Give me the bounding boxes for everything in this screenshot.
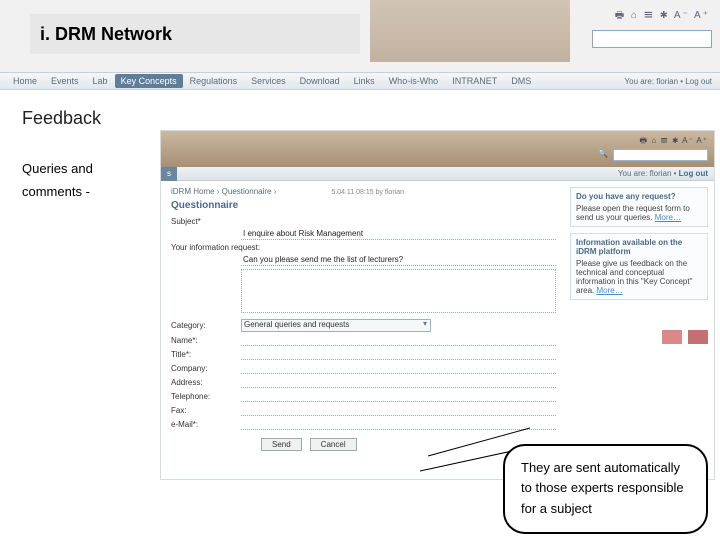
row-request-value: Can you please send me the list of lectu… — [171, 255, 556, 266]
field-company[interactable] — [241, 363, 556, 374]
field-email[interactable] — [241, 419, 556, 430]
nav-links[interactable]: Links — [347, 76, 382, 86]
request-textarea[interactable] — [241, 269, 556, 313]
row-category: Category: General queries and requests — [171, 319, 556, 332]
section-title: Feedback — [22, 108, 698, 129]
field-title[interactable] — [241, 349, 556, 360]
nav-regulations[interactable]: Regulations — [183, 76, 245, 86]
inner-status: You are: florian • — [618, 169, 679, 178]
label-company: Company: — [171, 364, 241, 373]
nav-key-concepts[interactable]: Key Concepts — [115, 74, 183, 88]
sidebox-info-title: Information available on the iDRM platfo… — [576, 238, 702, 256]
row-company: Company: — [171, 363, 556, 374]
field-name[interactable] — [241, 335, 556, 346]
inner-search-input[interactable] — [613, 149, 708, 161]
field-subject[interactable]: I enquire about Risk Management — [241, 229, 556, 240]
form-title: Questionnaire — [171, 200, 556, 211]
sidebox-request-more[interactable]: More… — [655, 213, 681, 222]
inner-banner: 🖶 ⌂ ☰ ✱ A⁻ A⁺ 🔍 — [161, 131, 714, 167]
search-input[interactable] — [592, 30, 712, 48]
row-name: Name*: — [171, 335, 556, 346]
label-request: Your information request: — [171, 243, 260, 252]
slide-title-box: i. DRM Network — [30, 14, 360, 54]
partner-logos — [570, 330, 708, 344]
sidebox-info-more[interactable]: More… — [596, 286, 622, 295]
row-email: e-Mail*: — [171, 419, 556, 430]
label-name: Name*: — [171, 336, 241, 345]
field-fax[interactable] — [241, 405, 556, 416]
inner-nav-tab[interactable]: s — [161, 167, 177, 181]
accessibility-icons[interactable]: 🖶 ⌂ ☰ ✱ A⁻ A⁺ — [615, 8, 710, 25]
callout-text: They are sent automatically to those exp… — [521, 460, 684, 517]
logo-2 — [688, 330, 708, 344]
inner-logout-link[interactable]: Log out — [679, 169, 708, 178]
sidebox-info: Information available on the iDRM platfo… — [570, 233, 708, 300]
main-nav: Home Events Lab Key Concepts Regulations… — [0, 72, 720, 90]
nav-services[interactable]: Services — [244, 76, 293, 86]
row-subject-value: I enquire about Risk Management — [171, 229, 556, 240]
cancel-button[interactable]: Cancel — [310, 438, 357, 451]
slide-title: i. DRM Network — [40, 24, 172, 45]
sidebox-info-body: Please give us feedback on the technical… — [576, 259, 692, 295]
nav-home[interactable]: Home — [6, 76, 44, 86]
nav-who-is-who[interactable]: Who-is-Who — [382, 76, 446, 86]
nav-dms[interactable]: DMS — [504, 76, 538, 86]
row-subject: Subject* — [171, 217, 556, 226]
field-address[interactable] — [241, 377, 556, 388]
sidebox-request-title: Do you have any request? — [576, 192, 702, 201]
label-subject: Subject* — [171, 217, 241, 226]
field-telephone[interactable] — [241, 391, 556, 402]
logout-text[interactable]: You are: florian • Log out — [625, 77, 712, 86]
row-telephone: Telephone: — [171, 391, 556, 402]
label-category: Category: — [171, 321, 241, 330]
send-button[interactable]: Send — [261, 438, 302, 451]
row-fax: Fax: — [171, 405, 556, 416]
inner-nav: s You are: florian • Log out — [161, 167, 714, 181]
callout-bubble: They are sent automatically to those exp… — [503, 444, 708, 534]
row-title: Title*: — [171, 349, 556, 360]
field-request[interactable]: Can you please send me the list of lectu… — [241, 255, 556, 266]
nav-intranet[interactable]: INTRANET — [445, 76, 504, 86]
label-title: Title*: — [171, 350, 241, 359]
row-request: Your information request: — [171, 243, 556, 252]
nav-download[interactable]: Download — [293, 76, 347, 86]
label-telephone: Telephone: — [171, 392, 241, 401]
sidebox-request: Do you have any request? Please open the… — [570, 187, 708, 227]
label-email: e-Mail*: — [171, 420, 241, 429]
date-corner: 5.04.11 08:15 by florian — [331, 189, 404, 197]
label-fax: Fax: — [171, 406, 241, 415]
inner-content: 5.04.11 08:15 by florian iDRM Home › Que… — [161, 181, 714, 479]
nav-events[interactable]: Events — [44, 76, 86, 86]
logo-1 — [662, 330, 682, 344]
nav-lab[interactable]: Lab — [86, 76, 115, 86]
slide-header: i. DRM Network 🖶 ⌂ ☰ ✱ A⁻ A⁺ — [0, 0, 720, 72]
inner-accessibility-icons[interactable]: 🖶 ⌂ ☰ ✱ A⁻ A⁺ — [640, 135, 708, 149]
inner-sidebar: Do you have any request? Please open the… — [564, 181, 714, 479]
label-address: Address: — [171, 378, 241, 387]
row-address: Address: — [171, 377, 556, 388]
search-icon[interactable]: 🔍 — [598, 149, 608, 158]
header-image — [370, 0, 570, 62]
embedded-screenshot: 🖶 ⌂ ☰ ✱ A⁻ A⁺ 🔍 s You are: florian • Log… — [160, 130, 715, 480]
category-select[interactable]: General queries and requests — [241, 319, 431, 332]
questionnaire-area: 5.04.11 08:15 by florian iDRM Home › Que… — [161, 181, 564, 479]
